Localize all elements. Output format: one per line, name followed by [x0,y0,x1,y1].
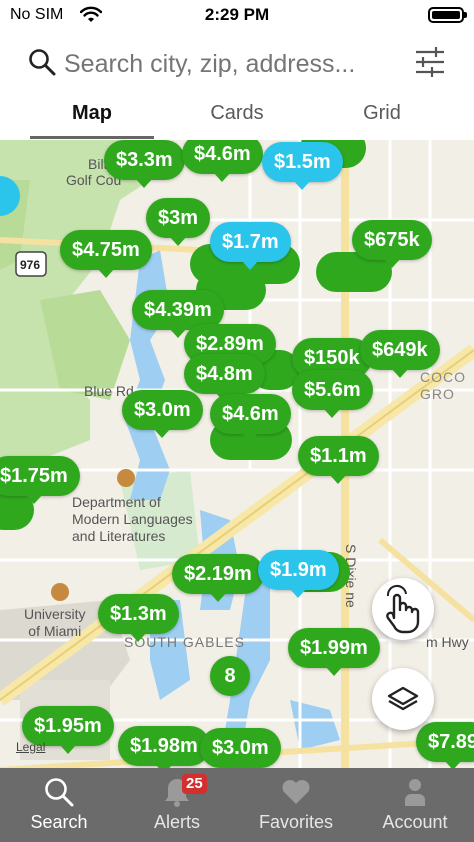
bottom-nav: Search 25 Alerts Favorites Account [0,768,474,842]
price-pin[interactable]: $1.99m [288,628,380,676]
tab-underline [30,136,154,139]
nav-favorites[interactable]: Favorites [237,768,355,842]
price-pin[interactable]: $1.5m [262,142,343,190]
price-pin[interactable]: $5.6m [292,370,373,418]
price-pin[interactable]: $1.9m [258,550,339,598]
price-pin[interactable]: $3.0m [200,728,281,768]
search-input[interactable] [64,44,404,84]
nav-label: Account [382,812,448,832]
price-pin[interactable]: $1.1m [298,436,379,484]
map-layers-button[interactable] [372,668,434,730]
price-pin[interactable]: $1.75m [0,456,80,504]
hand-pointer-icon [372,585,434,644]
price-pin[interactable]: $1.98m [118,726,210,768]
nav-label: Alerts [153,812,200,832]
price-pin[interactable]: $4.6m [182,140,263,182]
nav-alerts[interactable]: 25 Alerts [118,768,236,842]
price-pin[interactable]: $1.3m [98,594,179,642]
clock: 2:29 PM [204,5,270,24]
tab-cards[interactable]: Cards [175,102,299,125]
nav-label: Favorites [258,812,334,832]
price-pin[interactable]: $4.75m [60,230,152,278]
status-bar: No SIM 2:29 PM [0,0,474,32]
nav-search[interactable]: Search [0,768,118,842]
price-pin[interactable]: $675k [352,220,432,268]
map-label-university: University of Miami [24,606,86,639]
draw-search-button[interactable] [372,578,434,640]
price-pin[interactable]: $3.3m [104,140,185,188]
price-pin[interactable]: $2.19m [172,554,264,602]
view-tabs: Map Cards Grid [0,98,474,140]
alerts-badge: 25 [182,774,207,794]
map-view[interactable]: Biltm Golf Cou 976 Blue Rd Department of… [0,140,474,768]
filter-sliders-icon[interactable] [414,46,446,83]
tab-grid[interactable]: Grid [320,102,444,125]
search-bar [0,36,474,92]
map-label-highway: 976 [20,258,41,272]
price-pin[interactable]: $649k [360,330,440,378]
price-pin[interactable]: $4.8m [184,354,265,402]
layers-icon [372,686,434,734]
cluster-count-pin[interactable]: 8 [210,656,250,696]
price-pin[interactable]: $3m [146,198,211,246]
tab-map[interactable]: Map [30,102,154,125]
map-label-department: Department of Modern Languages and Liter… [72,494,193,544]
price-pin[interactable]: $4.6m [210,394,291,442]
search-icon [28,48,56,81]
nav-account[interactable]: Account [356,768,474,842]
legal-link[interactable]: Legal [16,740,45,754]
nav-label: Search [30,812,88,832]
price-pin[interactable]: $1.7m [210,222,291,270]
price-pin[interactable]: $3.0m [122,390,203,438]
battery-icon [428,7,467,23]
